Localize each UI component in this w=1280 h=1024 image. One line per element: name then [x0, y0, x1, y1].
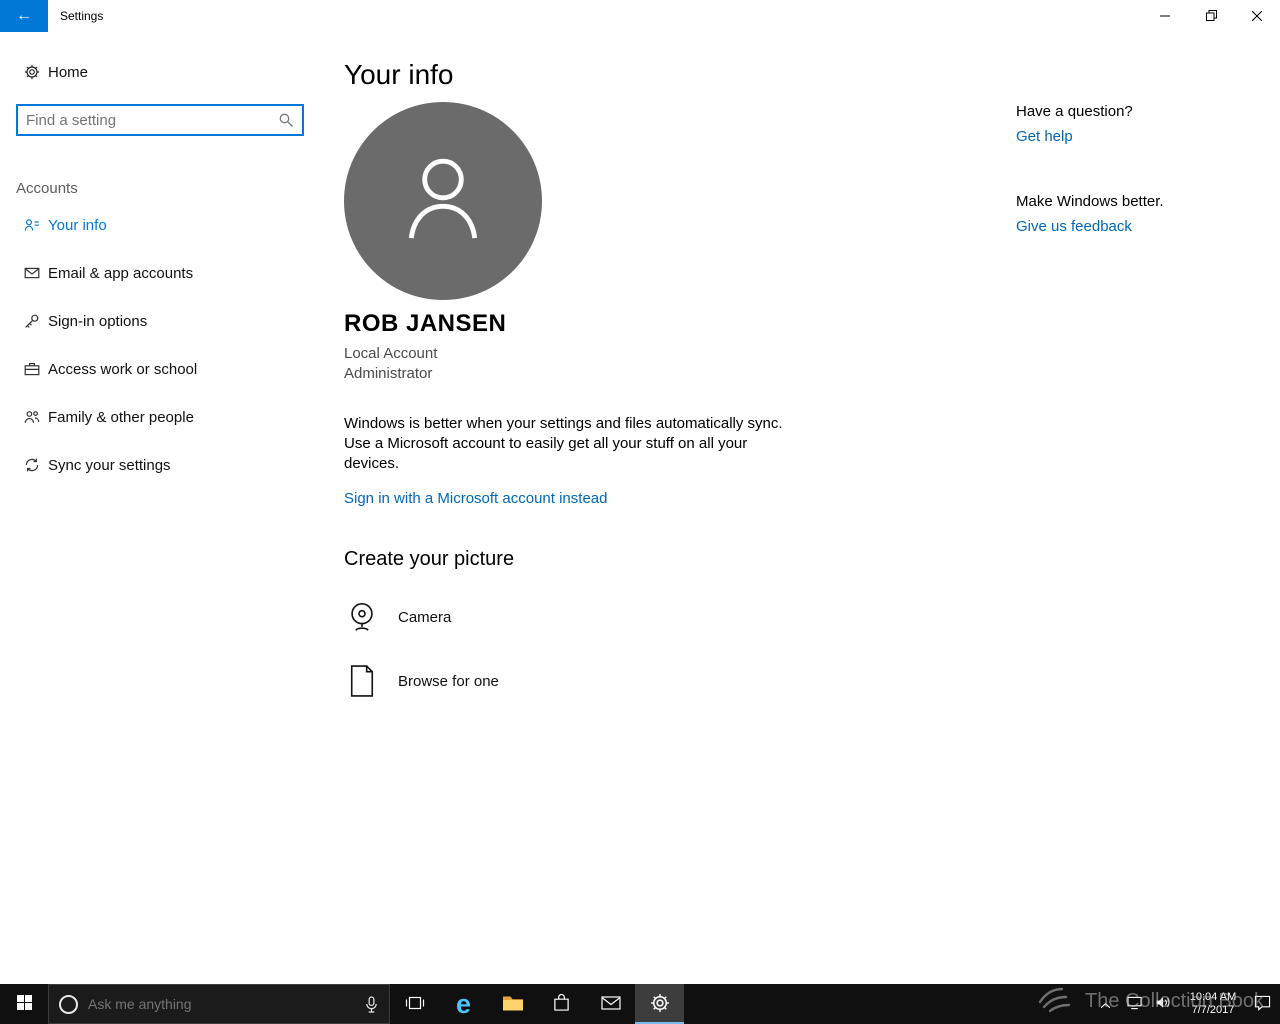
task-view-button[interactable] [390, 984, 439, 1024]
mail-icon [600, 995, 621, 1014]
sign-in-microsoft-link[interactable]: Sign in with a Microsoft account instead [344, 490, 607, 507]
search-icon[interactable] [278, 112, 294, 128]
restore-icon [1205, 9, 1217, 24]
clock-time: 10:04 AM [1189, 991, 1237, 1003]
your-info-page: Your info ROB JANSEN Local Account Admin… [344, 32, 984, 699]
gear-icon [24, 64, 40, 80]
minimize-button[interactable] [1142, 0, 1188, 32]
sidebar-item-label: Sign-in options [48, 312, 148, 330]
sidebar-item-home[interactable]: Home [24, 54, 344, 90]
sync-icon [24, 457, 40, 473]
get-help-link[interactable]: Get help [1016, 128, 1266, 145]
account-role: Administrator [344, 365, 433, 382]
user-name: ROB JANSEN [344, 310, 507, 337]
microphone-icon[interactable] [364, 995, 379, 1013]
document-page-icon [344, 663, 380, 699]
browse-option[interactable]: Browse for one [344, 663, 984, 699]
settings-search-input[interactable] [18, 111, 278, 129]
sidebar-item-access-work-school[interactable]: Access work or school [0, 349, 344, 389]
close-icon [1251, 9, 1263, 24]
restore-button[interactable] [1188, 0, 1234, 32]
key-icon [24, 313, 40, 329]
network-button[interactable] [1121, 984, 1148, 1024]
avatar [344, 102, 542, 300]
chevron-up-icon [1100, 997, 1111, 1012]
envelope-icon [24, 265, 40, 281]
settings-gear-icon [650, 993, 670, 1016]
taskbar-search-input[interactable] [88, 996, 354, 1012]
settings-app-button[interactable] [635, 984, 684, 1024]
sidebar-item-your-info[interactable]: Your info [0, 205, 344, 245]
sidebar-home-label: Home [48, 63, 89, 81]
task-view-icon [405, 995, 425, 1014]
sync-message: Windows is better when your settings and… [344, 415, 783, 472]
action-center-button[interactable] [1249, 984, 1276, 1024]
cortana-circle-icon [59, 994, 78, 1014]
camera-option[interactable]: Camera [344, 599, 984, 635]
volume-icon [1155, 996, 1172, 1012]
shopping-bag-icon [553, 993, 570, 1015]
sidebar-item-family-other-people[interactable]: Family & other people [0, 397, 344, 437]
close-button[interactable] [1234, 0, 1280, 32]
cortana-search-box[interactable] [48, 984, 390, 1024]
back-arrow-icon: ← [16, 7, 32, 24]
store-button[interactable] [537, 984, 586, 1024]
page-title: Your info [344, 59, 454, 90]
give-feedback-link[interactable]: Give us feedback [1016, 218, 1266, 235]
sidebar-item-label: Email & app accounts [48, 264, 194, 282]
sidebar-item-label: Your info [48, 216, 107, 234]
sidebar-item-email-app-accounts[interactable]: Email & app accounts [0, 253, 344, 293]
contact-card-icon [24, 217, 40, 233]
sidebar-item-sign-in-options[interactable]: Sign-in options [0, 301, 344, 341]
back-button[interactable]: ← [0, 0, 48, 32]
network-icon [1127, 996, 1142, 1013]
mail-button[interactable] [586, 984, 635, 1024]
action-center-icon [1254, 995, 1271, 1014]
sidebar-item-label: Access work or school [48, 360, 198, 378]
minimize-icon [1160, 9, 1170, 24]
start-button[interactable] [0, 984, 48, 1024]
briefcase-icon [24, 361, 40, 377]
volume-button[interactable] [1150, 984, 1177, 1024]
settings-sidebar: Home Accounts Your info Email & app acco… [0, 32, 344, 984]
window-title: Settings [60, 9, 104, 23]
make-windows-better-label: Make Windows better. [1016, 193, 1164, 210]
account-type: Local Account [344, 345, 438, 362]
windows-logo-icon [16, 995, 32, 1013]
system-tray: 10:04 AM 7/7/2017 [1092, 984, 1280, 1024]
clock-date: 7/7/2017 [1191, 1004, 1235, 1016]
edge-button[interactable]: e [439, 984, 488, 1024]
create-picture-heading: Create your picture [344, 548, 515, 570]
taskbar: e [0, 984, 1280, 1024]
sidebar-item-label: Family & other people [48, 408, 194, 426]
accounts-nav: Your info Email & app accounts Sign-in o… [0, 205, 344, 485]
titlebar: ← Settings [0, 0, 1280, 32]
browse-label: Browse for one [398, 672, 499, 690]
edge-icon: e [455, 988, 472, 1019]
camera-label: Camera [398, 608, 452, 626]
sidebar-item-label: Sync your settings [48, 456, 171, 474]
folder-icon [502, 994, 524, 1015]
file-explorer-button[interactable] [488, 984, 537, 1024]
hidden-icons-button[interactable] [1092, 984, 1119, 1024]
sidebar-section-accounts: Accounts [16, 180, 78, 197]
two-people-icon [24, 409, 40, 425]
taskbar-clock[interactable]: 10:04 AM 7/7/2017 [1179, 991, 1247, 1017]
have-a-question-label: Have a question? [1016, 103, 1133, 120]
settings-search-box [16, 104, 304, 136]
person-silhouette-icon [382, 138, 504, 265]
sidebar-item-sync-your-settings[interactable]: Sync your settings [0, 445, 344, 485]
webcam-icon [344, 599, 380, 635]
help-panel: Have a question? Get help Make Windows b… [1016, 32, 1266, 235]
window-controls [1142, 0, 1280, 32]
